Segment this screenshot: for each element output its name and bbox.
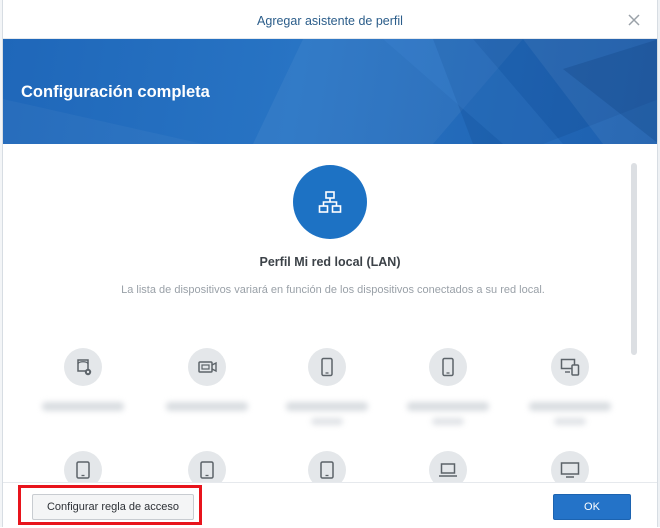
device-item bbox=[392, 348, 502, 428]
configure-access-rule-button[interactable]: Configurar regla de acceso bbox=[32, 494, 194, 520]
gaming-console-icon bbox=[64, 348, 102, 386]
device-item bbox=[27, 451, 137, 482]
device-item bbox=[27, 348, 137, 428]
device-item bbox=[271, 348, 381, 428]
device-item bbox=[151, 451, 261, 482]
page-title: Configuración completa bbox=[21, 83, 210, 101]
tablet-icon bbox=[188, 451, 226, 482]
device-item bbox=[151, 348, 261, 428]
profile-wizard-dialog: Agregar asistente de perfil Configuració… bbox=[2, 0, 658, 528]
hero-banner: Configuración completa bbox=[3, 39, 657, 144]
phone-icon bbox=[429, 348, 467, 386]
laptop-icon bbox=[429, 451, 467, 482]
monitor-icon bbox=[551, 451, 589, 482]
device-item bbox=[392, 451, 502, 482]
profile-name: Perfil Mi red local (LAN) bbox=[259, 255, 401, 269]
network-icon bbox=[293, 165, 367, 239]
device-item bbox=[271, 451, 381, 482]
close-icon[interactable] bbox=[627, 13, 641, 27]
device-item bbox=[514, 348, 624, 428]
wizard-content: Perfil Mi red local (LAN) La lista de di… bbox=[3, 145, 657, 482]
device-item bbox=[514, 451, 624, 482]
dialog-footer: Configurar regla de acceso OK bbox=[3, 482, 657, 528]
phone-icon bbox=[308, 348, 346, 386]
ok-button[interactable]: OK bbox=[553, 494, 631, 520]
profile-description: La lista de dispositivos variará en func… bbox=[121, 284, 545, 296]
camera-icon bbox=[188, 348, 226, 386]
tablet-icon bbox=[308, 451, 346, 482]
dialog-title: Agregar asistente de perfil bbox=[257, 14, 403, 28]
multi-device-icon bbox=[551, 348, 589, 386]
dialog-titlebar: Agregar asistente de perfil bbox=[3, 0, 657, 39]
tablet-icon bbox=[64, 451, 102, 482]
